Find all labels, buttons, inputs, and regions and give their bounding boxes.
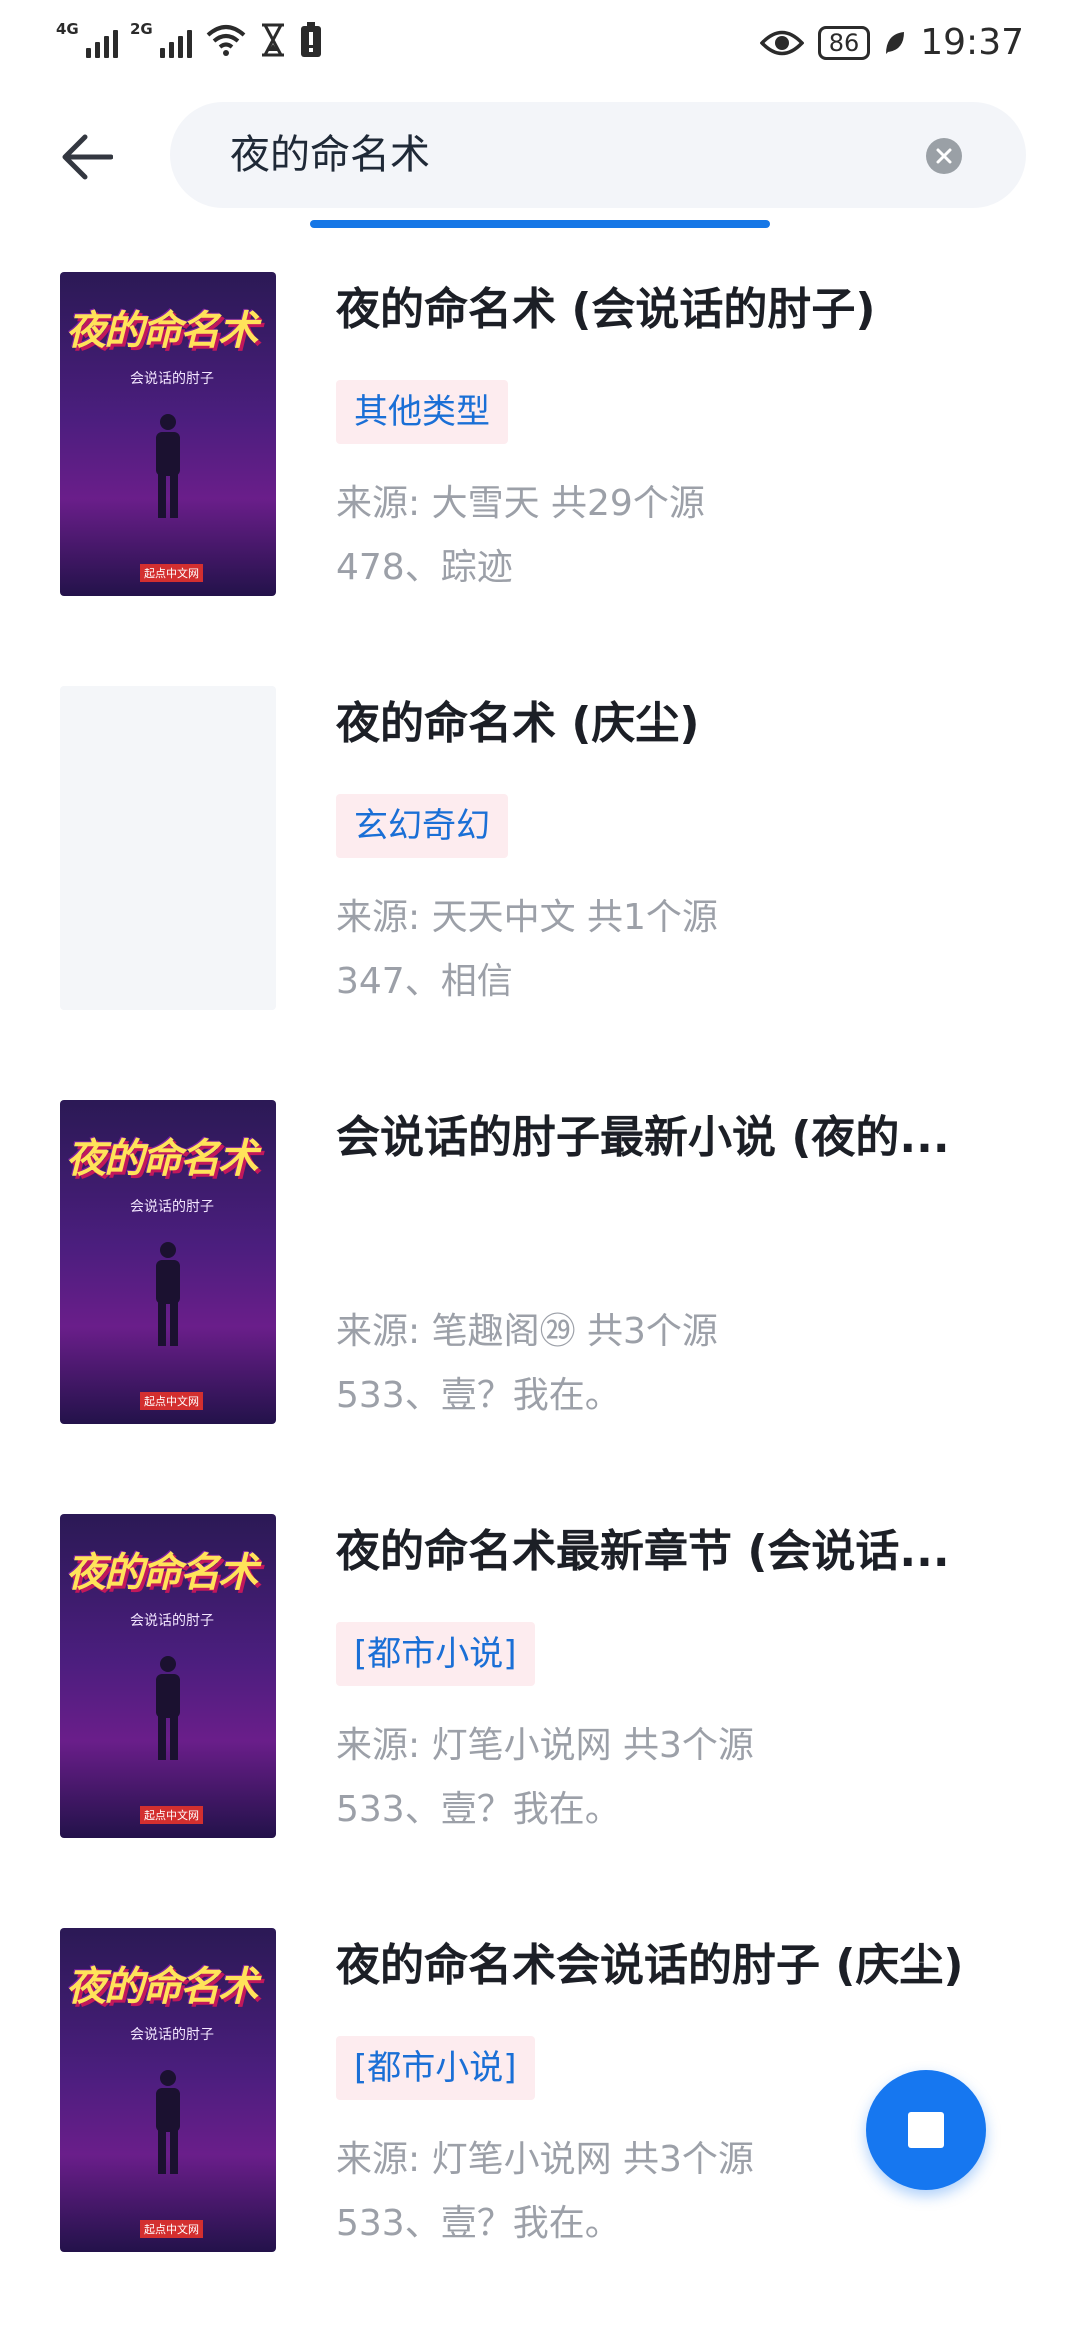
book-title: 夜的命名术 (会说话的肘子) — [336, 284, 876, 335]
book-category-tag: 玄幻奇幻 — [336, 794, 508, 858]
clock: 19:37 — [920, 22, 1024, 63]
status-bar-left: 4G 2G — [56, 20, 322, 58]
search-input[interactable]: 夜的命名术 — [170, 102, 1026, 208]
result-item[interactable]: 夜的命名术 (庆尘) 玄幻奇幻 来源: 天天中文 共1个源 347、相信 — [0, 686, 1080, 1100]
clear-circle-icon — [936, 148, 952, 164]
book-category-tag: 其他类型 — [336, 380, 508, 444]
book-cover: 夜的命名术 会说话的肘子 起点中文网 — [60, 272, 276, 596]
book-source: 来源: 灯笔小说网 共3个源 — [336, 2139, 754, 2180]
search-results-list: 夜的命名术 会说话的肘子 起点中文网 夜的命名术 (会说话的肘子) 其他类型 来… — [0, 272, 1080, 2342]
cover-author-text: 会说话的肘子 — [130, 1199, 214, 1215]
book-cover: 夜的命名术 会说话的肘子 起点中文网 — [60, 1514, 276, 1838]
result-item[interactable]: 夜的命名术 会说话的肘子 起点中文网 夜的命名术 (会说话的肘子) 其他类型 来… — [0, 272, 1080, 686]
book-source: 来源: 笔趣阁㉙ 共3个源 — [336, 1311, 718, 1352]
result-item[interactable]: 夜的命名术 会说话的肘子 起点中文网 会说话的肘子最新小说 (夜的... 来源:… — [0, 1100, 1080, 1514]
cover-publisher-text: 起点中文网 — [140, 1806, 203, 1824]
status-bar: 4G 2G 86 19:37 — [0, 0, 1080, 92]
eye-icon — [759, 30, 804, 55]
book-title: 夜的命名术最新章节 (会说话... — [336, 1526, 950, 1577]
book-source: 来源: 灯笔小说网 共3个源 — [336, 1725, 754, 1766]
cover-title-text: 夜的命名术 — [66, 1549, 258, 1596]
signal-2g-icon: 2G — [130, 20, 192, 58]
cover-title-text: 夜的命名术 — [66, 307, 258, 354]
hourglass-icon — [262, 23, 284, 57]
latest-chapter: 533、壹？我在。 — [336, 2203, 621, 2244]
back-button[interactable] — [52, 122, 122, 192]
cover-title-text: 夜的命名术 — [66, 1135, 258, 1182]
cover-author-text: 会说话的肘子 — [130, 371, 214, 387]
battery-saver-icon — [301, 22, 321, 57]
cover-publisher-text: 起点中文网 — [140, 1392, 203, 1410]
cover-author-text: 会说话的肘子 — [130, 2027, 214, 2043]
cover-publisher-text: 起点中文网 — [140, 564, 203, 582]
book-source: 来源: 大雪天 共29个源 — [336, 483, 705, 524]
leaf-icon — [886, 31, 905, 54]
network-type-2: 2G — [130, 20, 153, 38]
search-query[interactable]: 夜的命名术 — [230, 102, 430, 208]
latest-chapter: 478、踪迹 — [336, 547, 513, 588]
book-title: 夜的命名术 (庆尘) — [336, 698, 700, 749]
search-header: 夜的命名术 — [0, 92, 1080, 242]
cover-title-text: 夜的命名术 — [66, 1963, 258, 2010]
latest-chapter: 533、壹？我在。 — [336, 1375, 621, 1416]
book-title: 夜的命名术会说话的肘子 (庆尘) — [336, 1940, 964, 1991]
cover-figure-icon — [156, 414, 180, 518]
signal-4g-icon: 4G — [56, 20, 118, 58]
book-cover: 夜的命名术 会说话的肘子 起点中文网 — [60, 1928, 276, 2252]
book-title: 会说话的肘子最新小说 (夜的... — [336, 1112, 950, 1163]
book-source: 来源: 天天中文 共1个源 — [336, 897, 718, 938]
status-bar-right: 86 19:37 — [759, 22, 1024, 63]
network-type-1: 4G — [56, 20, 79, 38]
cover-author-text: 会说话的肘子 — [130, 1613, 214, 1629]
battery-level: 86 — [817, 25, 871, 60]
latest-chapter: 533、壹？我在。 — [336, 1789, 621, 1830]
cover-figure-icon — [156, 1242, 180, 1346]
book-category-tag: [都市小说] — [336, 1622, 535, 1686]
arrow-left-icon — [62, 134, 113, 180]
book-cover: 夜的命名术 会说话的肘子 起点中文网 — [60, 1100, 276, 1424]
book-category-tag: [都市小说] — [336, 2036, 535, 2100]
stop-search-button[interactable] — [866, 2070, 986, 2190]
latest-chapter: 347、相信 — [336, 961, 513, 1002]
cover-figure-icon — [156, 2070, 180, 2174]
result-item[interactable]: 夜的命名术 会说话的肘子 起点中文网 夜的命名术最新章节 (会说话... [都市… — [0, 1514, 1080, 1928]
cover-figure-icon — [156, 1656, 180, 1760]
loading-progress-bar — [310, 220, 770, 228]
stop-icon — [908, 2112, 944, 2148]
wifi-icon — [206, 25, 246, 56]
clear-search-button[interactable] — [926, 138, 962, 174]
book-cover-placeholder — [60, 686, 276, 1010]
cover-publisher-text: 起点中文网 — [140, 2220, 203, 2238]
